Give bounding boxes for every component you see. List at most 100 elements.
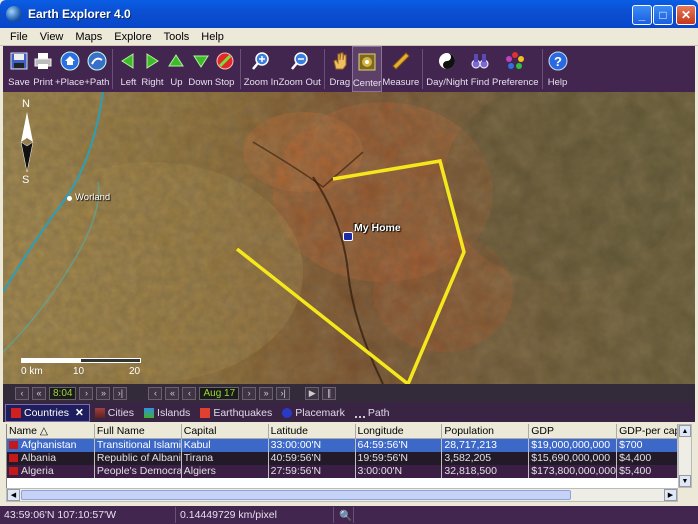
home-icon (58, 50, 82, 72)
yin-yang-icon (435, 50, 459, 72)
placemark-icon[interactable] (343, 232, 353, 241)
zoom-out-button[interactable]: Zoom Out (279, 46, 321, 92)
placemark-label[interactable]: My Home (354, 222, 401, 234)
scroll-up-icon[interactable]: ▲ (679, 425, 691, 437)
tab-cities[interactable]: Cities (90, 404, 139, 422)
column-full-name[interactable]: Full Name (95, 424, 182, 438)
column-gdp[interactable]: GDP (529, 424, 618, 438)
status-coordinates: 43:59:06'N 107:10:57'W (0, 507, 176, 523)
maximize-button[interactable]: □ (653, 5, 673, 25)
island-icon (144, 408, 155, 418)
scroll-right-icon[interactable]: ▶ (664, 489, 677, 501)
column-gdp-per-capita[interactable]: GDP-per capi (617, 424, 678, 438)
compass-south-label: S (22, 174, 30, 186)
day-night-button[interactable]: Day/Night (426, 46, 468, 92)
minimize-button[interactable]: _ (632, 5, 652, 25)
close-button[interactable]: ✕ (676, 5, 696, 25)
tab-islands[interactable]: Islands (139, 404, 195, 422)
table-header: Name △ Full Name Capital Latitude Longit… (7, 424, 678, 439)
path-tab-icon (354, 408, 365, 418)
pause-button[interactable]: ∥ (322, 386, 337, 400)
time-fast-back-button[interactable]: « (32, 386, 46, 400)
time-field[interactable]: 8:04 (49, 386, 77, 400)
globe-icon (6, 6, 22, 22)
table-vertical-scrollbar[interactable]: ▲ ▼ (678, 424, 692, 488)
preference-button[interactable]: Preference (492, 46, 539, 92)
scroll-down-icon[interactable]: ▼ (679, 475, 691, 487)
table-row[interactable]: Albania Republic of Albania Tirana 40:59… (7, 452, 678, 465)
toolbar-separator (239, 49, 241, 89)
measure-button[interactable]: Measure (382, 46, 419, 92)
menu-file[interactable]: File (4, 31, 34, 43)
toolbar-separator (422, 49, 424, 89)
table-row[interactable]: Algeria People's Democrat... Algiers 27:… (7, 465, 678, 478)
save-button[interactable]: Save (7, 46, 31, 92)
stop-button[interactable]: Stop (213, 46, 237, 92)
toolbar: Save Print +Place +Path Left Right Up Do… (3, 46, 695, 92)
flag-icon (11, 408, 21, 418)
menu-maps[interactable]: Maps (69, 31, 108, 43)
city-icon (94, 408, 105, 418)
date-next-button[interactable]: › (242, 386, 257, 400)
title-bar: Earth Explorer 4.0 (0, 0, 698, 28)
menu-help[interactable]: Help (195, 31, 230, 43)
data-tabs: Countries ✕ Cities Islands Earthquakes P… (3, 402, 695, 422)
compass-north-label: N (22, 98, 30, 110)
toolbar-separator (541, 49, 543, 89)
column-name[interactable]: Name △ (7, 424, 95, 438)
table-horizontal-scrollbar[interactable]: ◀ ▶ (6, 488, 678, 502)
menu-view[interactable]: View (34, 31, 70, 43)
column-capital[interactable]: Capital (182, 424, 269, 438)
arrow-right-icon (140, 50, 164, 72)
tab-countries[interactable]: Countries ✕ (5, 404, 90, 422)
map-view[interactable]: N S Worland My Home 0 km 10 20 (3, 92, 695, 384)
menu-explore[interactable]: Explore (108, 31, 157, 43)
ruler-icon (389, 50, 413, 72)
add-place-button[interactable]: +Place (55, 46, 84, 92)
arrow-left-icon (116, 50, 140, 72)
menu-tools[interactable]: Tools (158, 31, 196, 43)
column-population[interactable]: Population (442, 424, 530, 438)
date-back-button[interactable]: ‹ (148, 386, 163, 400)
seismograph-icon (200, 408, 211, 418)
flag-icon (9, 441, 18, 449)
help-button[interactable]: ? Help (546, 46, 570, 92)
find-button[interactable]: Find (468, 46, 492, 92)
add-path-button[interactable]: +Path (84, 46, 109, 92)
time-forward-button[interactable]: › (79, 386, 94, 400)
zoom-in-button[interactable]: Zoom In (244, 46, 279, 92)
drag-button[interactable]: Drag (328, 46, 352, 92)
date-prev-button[interactable]: ‹ (182, 386, 197, 400)
play-button[interactable]: ▶ (305, 386, 320, 400)
column-longitude[interactable]: Longitude (356, 424, 443, 438)
pan-up-button[interactable]: Up (164, 46, 188, 92)
status-bar: 43:59:06'N 107:10:57'W 0.14449729 km/pix… (0, 506, 698, 524)
compass[interactable]: N S (17, 98, 37, 188)
date-field[interactable]: Aug 17 (199, 386, 240, 400)
time-fast-forward-button[interactable]: » (96, 386, 111, 400)
time-back-button[interactable]: ‹ (15, 386, 29, 400)
pan-left-button[interactable]: Left (116, 46, 140, 92)
pan-right-button[interactable]: Right (140, 46, 164, 92)
countries-table: Name △ Full Name Capital Latitude Longit… (6, 424, 678, 488)
timeline-bar: ‹ « 8:04 › » ›| ‹ « ‹ Aug 17 › » ›| ▶ ∥ (3, 384, 695, 402)
scroll-thumb[interactable] (21, 490, 571, 500)
magnifier-icon[interactable]: 🔍 (334, 507, 354, 523)
status-scale: 0.14449729 km/pixel (176, 507, 334, 523)
menu-bar: File View Maps Explore Tools Help (0, 28, 698, 46)
time-end-button[interactable]: ›| (113, 386, 128, 400)
pan-down-button[interactable]: Down (188, 46, 213, 92)
tab-path[interactable]: Path (350, 404, 395, 422)
date-fast-back-button[interactable]: « (165, 386, 180, 400)
tab-earthquakes[interactable]: Earthquakes (195, 404, 277, 422)
print-button[interactable]: Print (31, 46, 55, 92)
scroll-left-icon[interactable]: ◀ (7, 489, 20, 501)
close-tab-icon[interactable]: ✕ (75, 407, 84, 419)
tab-placemark[interactable]: Placemark (277, 404, 350, 422)
table-row[interactable]: Afghanistan Transitional Islami... Kabul… (7, 439, 678, 452)
date-end-button[interactable]: ›| (276, 386, 291, 400)
date-fast-forward-button[interactable]: » (259, 386, 274, 400)
center-button[interactable]: Center (351, 46, 383, 92)
svg-text:?: ? (554, 54, 562, 69)
column-latitude[interactable]: Latitude (269, 424, 356, 438)
